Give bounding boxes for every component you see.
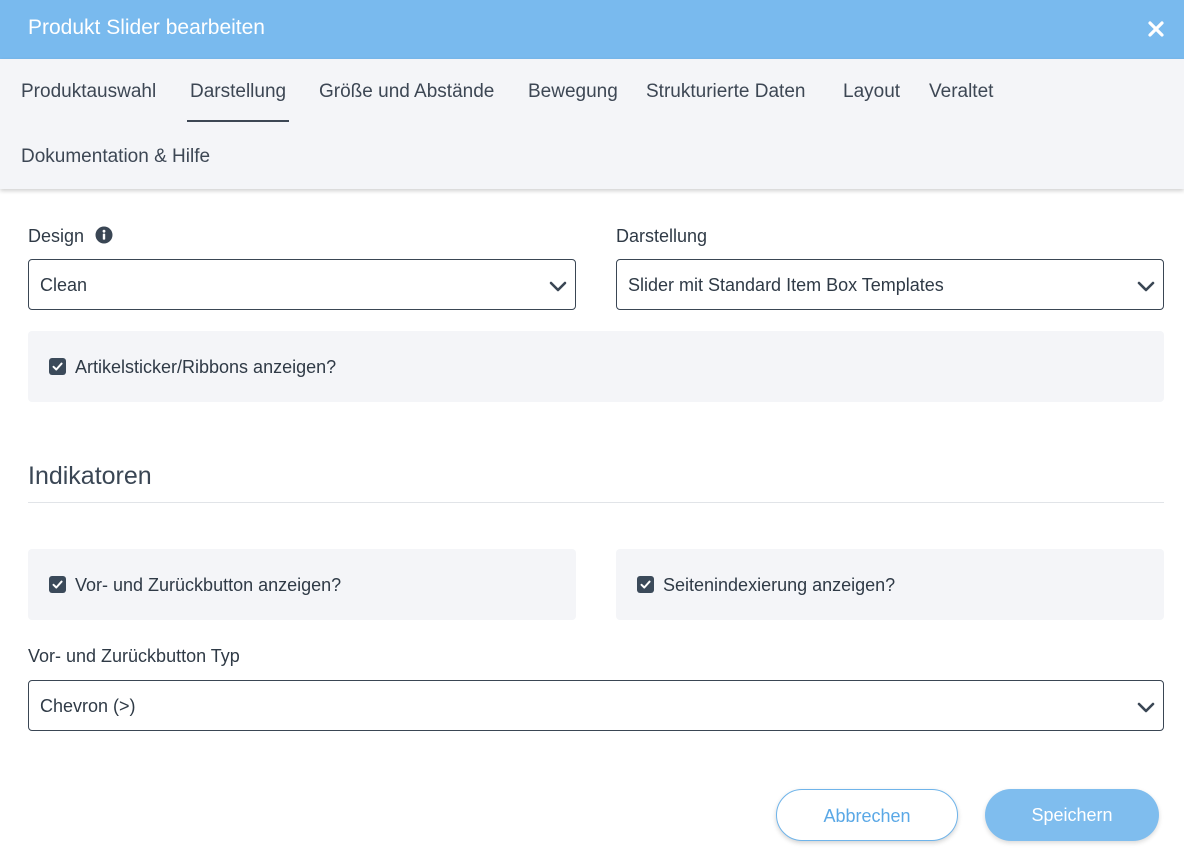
- cancel-button[interactable]: Abbrechen: [776, 789, 958, 841]
- page-index-checkbox-label[interactable]: Seitenindexierung anzeigen?: [663, 574, 895, 596]
- button-type-select-value: Chevron (>): [40, 696, 136, 716]
- sticker-checkbox[interactable]: [49, 358, 66, 375]
- darstellung-label: Darstellung: [616, 226, 708, 246]
- design-select-value: Clean: [40, 275, 88, 295]
- save-button[interactable]: Speichern: [985, 789, 1159, 841]
- tab-bewegung[interactable]: Bewegung: [528, 80, 618, 104]
- dialog-header: Produkt Slider bearbeiten: [0, 0, 1184, 59]
- prev-next-checkbox-panel: Vor- und Zurückbutton anzeigen?: [28, 549, 576, 620]
- tab-dokumentation-hilfe[interactable]: Dokumentation & Hilfe: [21, 145, 210, 169]
- section-title-indikatoren: Indikatoren: [28, 462, 152, 490]
- tab-bar: Produktauswahl Darstellung Größe und Abs…: [0, 59, 1184, 189]
- page-index-checkbox-panel: Seitenindexierung anzeigen?: [616, 549, 1164, 620]
- darstellung-select[interactable]: Slider mit Standard Item Box Templates: [616, 259, 1164, 310]
- dialog-title: Produkt Slider bearbeiten: [28, 16, 265, 39]
- sticker-checkbox-label[interactable]: Artikelsticker/Ribbons anzeigen?: [75, 356, 336, 378]
- tab-layout[interactable]: Layout: [843, 80, 900, 104]
- button-type-label: Vor- und Zurückbutton Typ: [28, 646, 240, 666]
- tab-groesse-und-abstaende[interactable]: Größe und Abstände: [319, 80, 494, 104]
- info-icon[interactable]: [95, 226, 113, 244]
- section-divider: [28, 502, 1164, 503]
- prev-next-checkbox[interactable]: [49, 576, 66, 593]
- tab-veraltet[interactable]: Veraltet: [929, 80, 993, 104]
- darstellung-select-value: Slider mit Standard Item Box Templates: [628, 275, 944, 295]
- prev-next-checkbox-label[interactable]: Vor- und Zurückbutton anzeigen?: [75, 574, 341, 596]
- tab-produktauswahl[interactable]: Produktauswahl: [21, 80, 156, 104]
- tab-darstellung[interactable]: Darstellung: [186, 80, 290, 122]
- page-index-checkbox[interactable]: [637, 576, 654, 593]
- sticker-checkbox-panel: Artikelsticker/Ribbons anzeigen?: [28, 331, 1164, 402]
- design-select[interactable]: Clean: [28, 259, 576, 310]
- button-type-select[interactable]: Chevron (>): [28, 680, 1164, 731]
- chevron-down-icon: [549, 277, 567, 295]
- design-label: Design: [28, 226, 85, 246]
- chevron-down-icon: [1137, 277, 1155, 295]
- chevron-down-icon: [1137, 698, 1155, 716]
- close-icon[interactable]: [1142, 15, 1170, 43]
- tab-strukturierte-daten[interactable]: Strukturierte Daten: [646, 80, 805, 104]
